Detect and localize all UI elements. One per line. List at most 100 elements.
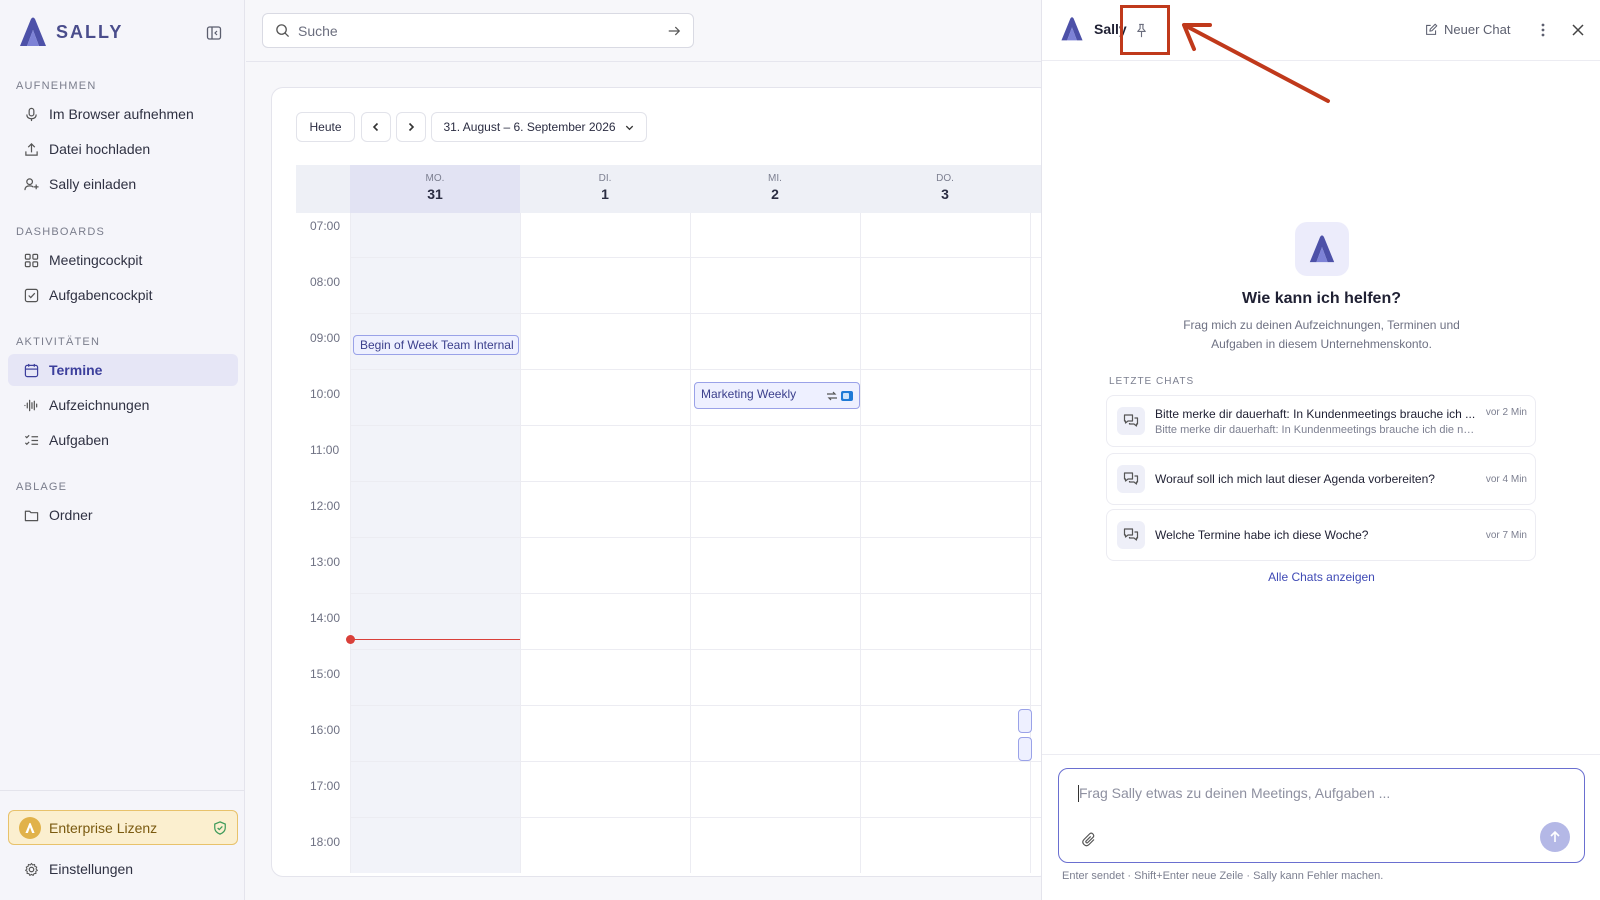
sidebar-item-label: Im Browser aufnehmen: [49, 106, 194, 122]
grid-icon: [24, 253, 39, 267]
sally-logo-icon: [1061, 17, 1083, 41]
calendar-grid: 07:00 08:00 09:00 10:00 11:00 12:00 13:0…: [296, 213, 1051, 873]
event-title: Marketing Weekly: [701, 387, 797, 401]
close-button[interactable]: [1567, 19, 1589, 41]
hour-line: [350, 313, 1051, 314]
date-range-picker[interactable]: 31. August – 6. September 2026: [431, 112, 647, 142]
day-header-row: MO. 31 DI. 1 MI. 2 DO. 3: [296, 165, 1051, 213]
day-header-tuesday[interactable]: DI. 1: [520, 165, 690, 213]
header-divider: [246, 61, 1041, 62]
welcome-heading: Wie kann ich helfen?: [1242, 290, 1401, 307]
license-label: Enterprise Lizenz: [49, 819, 158, 836]
sidebar-item-label: Datei hochladen: [49, 141, 151, 157]
recent-chat-item[interactable]: Worauf soll ich mich laut dieser Agenda …: [1106, 453, 1536, 505]
chat-bubble-icon-wrap: [1117, 521, 1145, 549]
recent-chat-item[interactable]: Welche Termine habe ich diese Woche? vor…: [1106, 509, 1536, 561]
search-input[interactable]: Suche: [298, 23, 338, 39]
chat-input[interactable]: Frag Sally etwas zu deinen Meetings, Auf…: [1079, 785, 1390, 801]
new-chat-button[interactable]: Neuer Chat: [1425, 22, 1510, 37]
sidebar-item-label: Meetingcockpit: [49, 252, 143, 268]
calendar-event[interactable]: Begin of Week Team Internal: [353, 335, 519, 355]
recent-chats-label: LETZTE CHATS: [1109, 376, 1195, 387]
event-title: Begin of Week Team Internal: [360, 338, 514, 352]
collapse-sidebar-button[interactable]: [202, 22, 226, 44]
annotation-arrow: [1182, 23, 1330, 103]
time-label: 16:00: [310, 723, 341, 737]
chat-composer[interactable]: Frag Sally etwas zu deinen Meetings, Auf…: [1058, 768, 1585, 863]
microphone-icon: [26, 107, 37, 121]
recent-chat-item[interactable]: Bitte merke dir dauerhaft: In Kundenmeet…: [1106, 395, 1536, 447]
section-label-activities: AKTIVITÄTEN: [16, 336, 101, 348]
sally-logo[interactable]: SALLY: [16, 16, 123, 48]
section-label-storage: ABLAGE: [16, 481, 68, 493]
chat-panel: Sally Neuer Chat Wie kann ich helfen? Fr…: [1041, 0, 1600, 900]
composer-hint: Enter sendet · Shift+Enter neue Zeile · …: [1062, 870, 1384, 882]
shield-check-icon: [214, 820, 226, 835]
sidebar-item-label: Ordner: [49, 507, 93, 523]
column-divider: [1030, 213, 1031, 873]
user-plus-icon: [24, 177, 39, 190]
column-divider: [860, 213, 861, 873]
sidebar-item-upload[interactable]: Datei hochladen: [8, 133, 238, 165]
sally-logo-icon: [20, 17, 46, 46]
sidebar-item-aufgabencockpit[interactable]: Aufgabencockpit: [8, 279, 238, 311]
chevron-left-icon: [372, 122, 379, 132]
sidebar-item-termine[interactable]: Termine: [8, 354, 238, 386]
chat-time: vor 7 Min: [1485, 529, 1527, 541]
checkbox-icon: [24, 288, 39, 302]
sidebar-item-aufzeichnungen[interactable]: Aufzeichnungen: [8, 389, 238, 421]
calendar-event-partial[interactable]: [1018, 737, 1032, 761]
search-bar[interactable]: Suche: [262, 13, 694, 48]
composer-divider: [1042, 754, 1600, 755]
day-date: 1: [601, 186, 609, 202]
sidebar: SALLY AUFNEHMEN Im Browser aufnehmen Dat…: [0, 0, 245, 900]
day-name: DO.: [936, 173, 954, 184]
column-divider: [350, 213, 351, 873]
day-header-thursday[interactable]: DO. 3: [860, 165, 1030, 213]
sidebar-item-ordner[interactable]: Ordner: [8, 499, 238, 531]
arrow-right-icon[interactable]: [667, 24, 681, 38]
app-window: SALLY AUFNEHMEN Im Browser aufnehmen Dat…: [0, 0, 1600, 900]
prev-week-button[interactable]: [361, 112, 391, 142]
time-label: 11:00: [310, 443, 340, 457]
checklist-icon: [24, 434, 39, 445]
next-week-button[interactable]: [396, 112, 426, 142]
sidebar-item-settings[interactable]: Einstellungen: [8, 853, 238, 885]
chat-bubble-icon-wrap: [1117, 465, 1145, 493]
license-badge[interactable]: Enterprise Lizenz: [8, 810, 238, 845]
time-label: 12:00: [310, 499, 341, 513]
calendar-event[interactable]: Marketing Weekly: [694, 382, 860, 409]
sidebar-item-browser-record[interactable]: Im Browser aufnehmen: [8, 98, 238, 130]
sidebar-item-aufgaben[interactable]: Aufgaben: [8, 424, 238, 456]
time-label: 14:00: [310, 611, 341, 625]
sally-logo-icon: [25, 822, 35, 833]
column-divider: [520, 213, 521, 873]
all-chats-link[interactable]: Alle Chats anzeigen: [1042, 570, 1600, 584]
recurring-outlook-icon: [827, 391, 853, 401]
send-button[interactable]: [1540, 822, 1570, 852]
chevron-down-icon: [625, 125, 633, 130]
folder-icon: [24, 510, 39, 521]
sidebar-item-meetingcockpit[interactable]: Meetingcockpit: [8, 244, 238, 276]
day-header-monday[interactable]: MO. 31: [350, 165, 520, 213]
time-label: 09:00: [310, 331, 341, 345]
calendar-icon: [24, 363, 39, 377]
hour-line: [350, 593, 1051, 594]
day-header-wednesday[interactable]: MI. 2: [690, 165, 860, 213]
time-label: 18:00: [310, 835, 341, 849]
day-name: MI.: [768, 173, 782, 184]
assistant-avatar: [1294, 222, 1349, 276]
today-button[interactable]: Heute: [296, 112, 355, 142]
close-icon: [1572, 24, 1584, 36]
calendar-event-partial[interactable]: [1018, 709, 1032, 733]
license-avatar: [19, 816, 41, 839]
chat-bubbles-icon: [1123, 472, 1139, 485]
more-options-button[interactable]: [1532, 19, 1554, 41]
day-date: 3: [941, 186, 949, 202]
day-name: MO.: [425, 173, 445, 184]
attach-button[interactable]: [1081, 832, 1097, 848]
sidebar-item-invite-sally[interactable]: Sally einladen: [8, 168, 238, 200]
hour-line: [350, 537, 1051, 538]
brand-name: SALLY: [56, 21, 124, 42]
hour-line: [350, 705, 1051, 706]
